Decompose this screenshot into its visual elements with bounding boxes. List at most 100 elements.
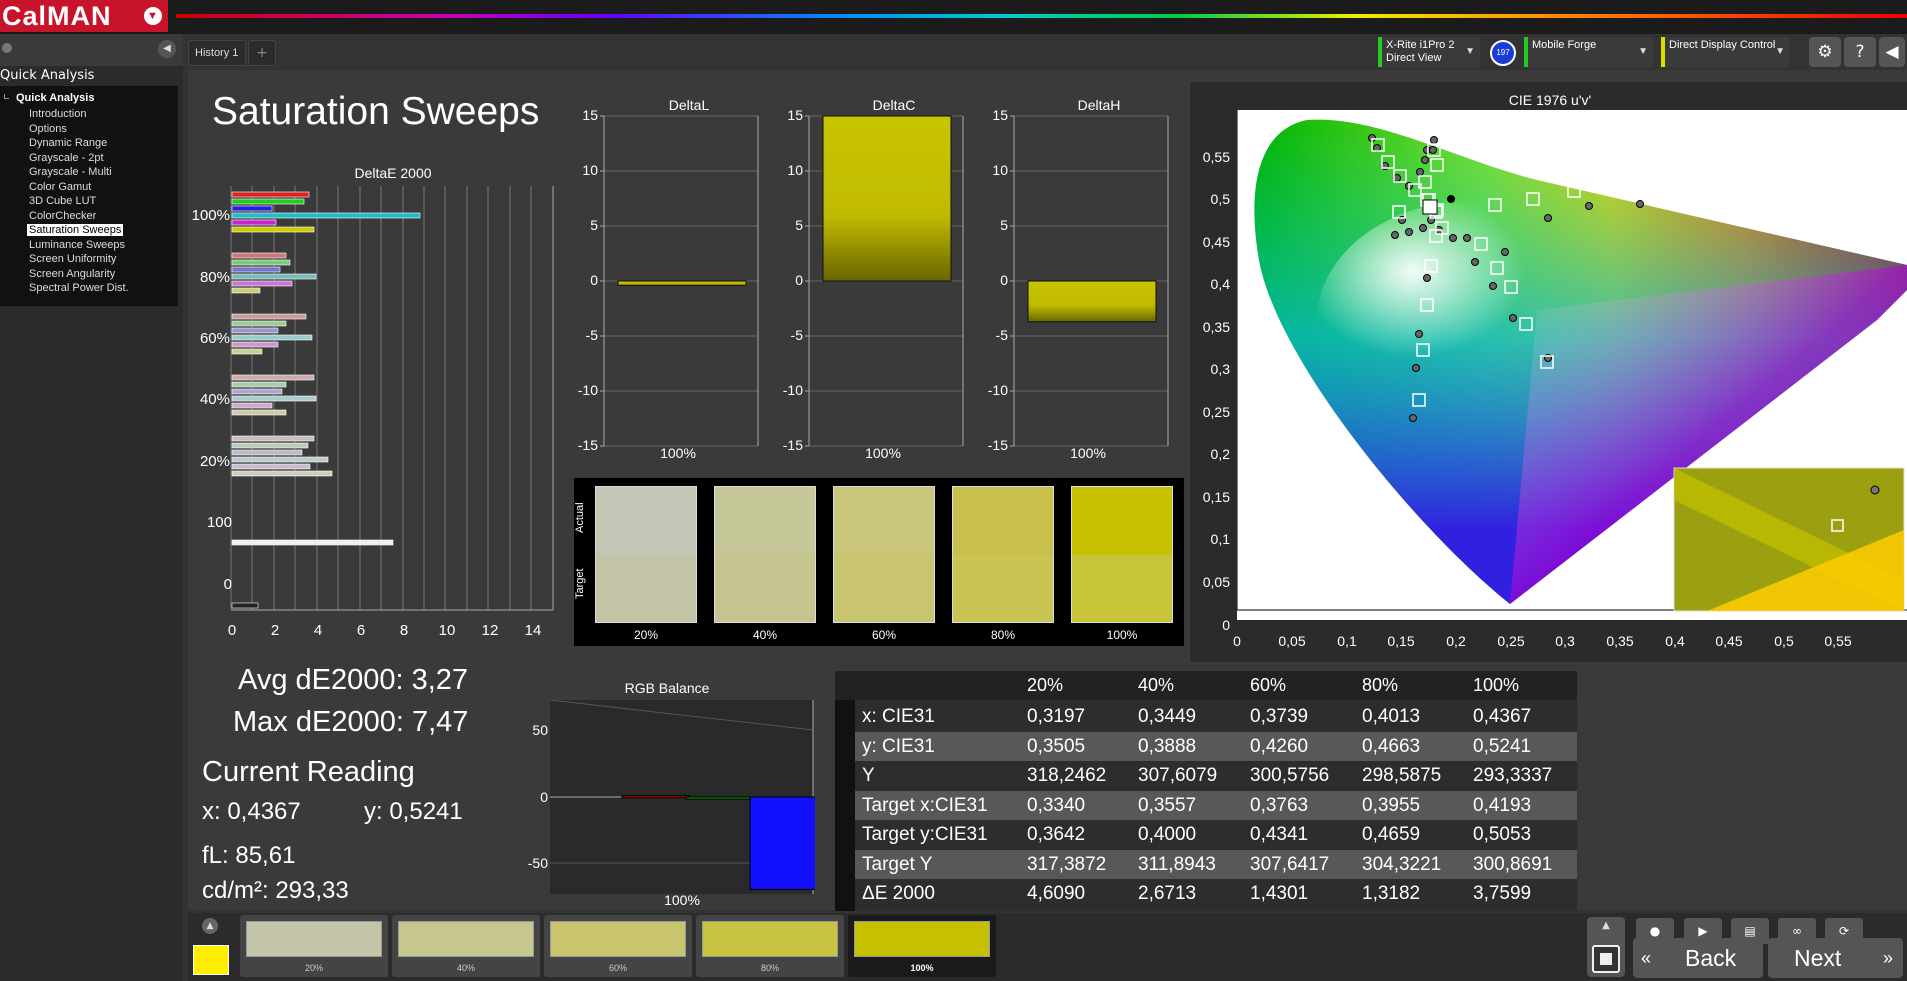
sidebar-item-saturation-sweeps[interactable]: Saturation Sweeps [27, 224, 124, 236]
bar-80-green [231, 259, 291, 266]
sidebar-item-luminance-sweeps[interactable]: Luminance Sweeps [29, 239, 125, 251]
patch-label-3: 80% [760, 963, 779, 973]
patch-color-3 [702, 921, 838, 957]
actual-swatch-2 [833, 486, 935, 555]
cie-xtick: 0 [1233, 633, 1241, 649]
sidebar-item-grayscale-multi[interactable]: Grayscale - Multi [29, 166, 112, 178]
tab-history-1[interactable]: History 1 [188, 40, 246, 66]
table-cell: 0,4367 [1473, 706, 1532, 727]
delta-bar-deltac [822, 115, 952, 282]
cie-measured-point-5 [1416, 168, 1424, 176]
cie-ytick: 0,15 [1202, 489, 1230, 505]
bar-20-blue [231, 449, 303, 456]
bar-80-yellow [231, 287, 261, 294]
table-cell: 0,4193 [1473, 794, 1532, 816]
table-cell: 298,5875 [1362, 765, 1442, 786]
display-selector[interactable]: Direct Display Control ▼ [1661, 37, 1790, 67]
cie-whitepoint [1447, 195, 1455, 203]
table-cell: 300,5756 [1250, 765, 1330, 786]
cie-measured-point-27 [1423, 274, 1431, 282]
cie-ytick: 0,05 [1202, 574, 1230, 590]
delta-xlabel-2: 100% [1070, 445, 1106, 461]
source-selector[interactable]: Mobile Forge ▼ [1524, 37, 1653, 67]
chevron-up-icon[interactable]: ▲ [1597, 920, 1615, 934]
back-button[interactable]: « Back [1633, 938, 1763, 978]
sidebar-item-colorchecker[interactable]: ColorChecker [29, 210, 96, 222]
table-cell: 1,4301 [1250, 883, 1309, 904]
delta-tick: 10 [787, 162, 803, 178]
collapse-panel-icon[interactable]: ◀ [1879, 37, 1905, 67]
bar-40-magenta [231, 402, 273, 409]
delta-chart-title-2: DeltaH [1077, 97, 1121, 113]
target-swatch-3 [952, 555, 1054, 623]
patch-label-1: 40% [456, 963, 475, 973]
deltae-ylabel-100: 100% [191, 207, 230, 224]
pin-icon[interactable] [2, 43, 12, 53]
patch-label-0: 20% [304, 963, 323, 973]
add-tab-button[interactable]: + [248, 40, 276, 66]
table-row [855, 702, 1577, 731]
table-cell: 3,7599 [1473, 883, 1532, 904]
bar-100-yellow [231, 226, 315, 233]
cie-ytick: 0,4 [1210, 276, 1230, 292]
meter-name: X-Rite i1Pro 2 [1386, 39, 1455, 51]
table-cell: 318,2462 [1027, 765, 1107, 786]
cie-ytick: 0,45 [1202, 234, 1230, 250]
delta-tick: 10 [582, 162, 598, 178]
bar-60-green [231, 320, 287, 327]
plus-icon: + [256, 45, 268, 61]
sidebar-toolbar: ◀ [0, 34, 183, 66]
sidebar-item-spectral-power[interactable]: Spectral Power Dist. [29, 282, 129, 294]
bar-60-blue [231, 327, 279, 334]
collapse-icon[interactable]: ◀ [158, 40, 176, 58]
cie-xtick: 0,5 [1774, 633, 1794, 649]
table-cell: 0,4260 [1250, 735, 1309, 757]
bar-100-red [231, 191, 310, 198]
deltae-ylabel-80: 80% [199, 269, 230, 286]
settings-gear-icon[interactable]: ⚙ [1809, 37, 1841, 67]
chevron-down-icon[interactable]: ▼ [144, 7, 162, 25]
meter-selector[interactable]: X-Rite i1Pro 2 Direct View ▼ [1378, 37, 1480, 67]
page-title: Saturation Sweeps [212, 90, 540, 133]
cie-diagram [1237, 110, 1907, 620]
sidebar-item-options[interactable]: Options [29, 123, 67, 135]
sidebar-item-color-gamut[interactable]: Color Gamut [29, 181, 91, 193]
cie-xtick: 0,25 [1497, 633, 1525, 649]
tree-expander-icon[interactable] [4, 94, 9, 99]
sidebar-item-3d-cube-lut[interactable]: 3D Cube LUT [29, 195, 96, 207]
table-cell: 304,3221 [1362, 853, 1442, 875]
bar-20-red [231, 435, 315, 442]
calman-logo[interactable]: CalMAN ▼ [0, 0, 168, 32]
deltae-xtick-2: 2 [270, 622, 280, 639]
source-name: Mobile Forge [1532, 39, 1597, 51]
stop-icon[interactable] [1592, 945, 1620, 973]
bar-100-blue [231, 205, 273, 212]
chevron-up-icon[interactable]: ▲ [202, 918, 218, 934]
cie-ytick: 0,2 [1210, 446, 1230, 462]
sidebar-item-screen-uniformity[interactable]: Screen Uniformity [29, 253, 116, 265]
delta-tick: -10 [782, 382, 803, 398]
swatch-label-2: 60% [871, 628, 897, 642]
cie-ytick: 0,5 [1210, 191, 1230, 207]
sidebar-item-dynamic-range[interactable]: Dynamic Range [29, 137, 107, 149]
deltae-ylabel-20: 20% [199, 453, 230, 470]
meter-badge[interactable]: 197 [1490, 40, 1516, 66]
help-icon[interactable]: ? [1844, 37, 1876, 67]
next-button[interactable]: Next » [1768, 938, 1903, 978]
rgb-tick-minus50: -50 [527, 855, 548, 871]
deltae-xtick-8: 8 [399, 622, 409, 639]
delta-tick: -5 [585, 327, 598, 343]
sidebar-item-screen-angularity[interactable]: Screen Angularity [29, 268, 115, 280]
tree-section-header[interactable]: Quick Analysis [16, 92, 94, 104]
table-cell: 1,3182 [1362, 883, 1421, 904]
patch-label-2: 60% [608, 963, 627, 973]
delta-tick: -10 [577, 382, 598, 398]
sidebar-item-introduction[interactable]: Introduction [29, 108, 86, 120]
cie-measured-point-22 [1449, 234, 1457, 242]
delta-bar-deltah [1027, 280, 1157, 323]
table-cell: 0,3888 [1138, 735, 1197, 757]
actual-swatch-3 [952, 486, 1054, 555]
table-row-label: Y [862, 765, 875, 786]
sidebar-item-grayscale-2pt[interactable]: Grayscale - 2pt [29, 152, 104, 164]
spectrum-strip [176, 14, 1907, 18]
